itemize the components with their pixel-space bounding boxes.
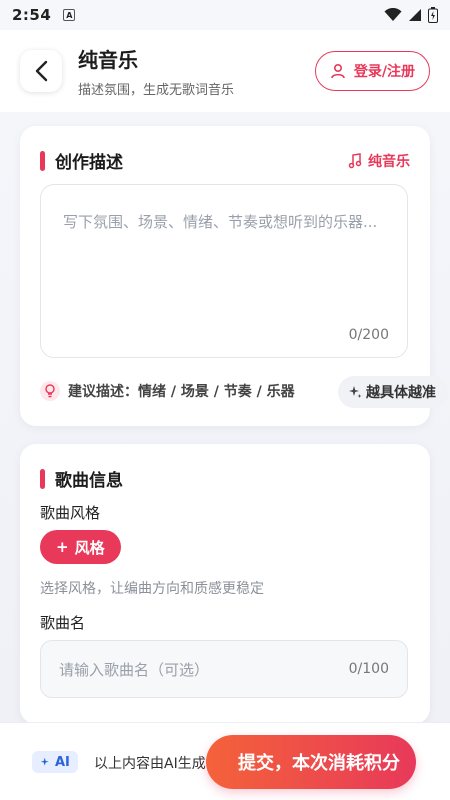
style-hint: 选择风格，让编曲方向和质感更稳定 [40,581,264,597]
mode-tag: 纯音乐 [348,151,410,171]
wifi-icon [384,8,402,21]
song-info-header: 歌曲信息 [20,444,430,491]
section-accent-bar [40,150,45,171]
status-bar: 2:54 A [0,0,450,30]
sparkle-icon [349,386,362,398]
notification-a-icon: A [63,9,76,21]
description-counter: 0/200 [348,327,389,343]
description-placeholder: 写下氛围、场景、情绪、节奏或想听到的乐器... [63,213,378,231]
description-textarea[interactable]: 写下氛围、场景、情绪、节奏或想听到的乐器... 0/200 [40,184,408,358]
song-name-input[interactable]: 请输入歌曲名（可选） 0/100 [40,640,408,698]
be-specific-label: 越具体越准 [366,385,436,401]
song-info-title: 歌曲信息 [55,471,123,491]
back-button[interactable] [20,50,62,92]
page-title: 纯音乐 [78,48,138,72]
song-name-counter: 0/100 [348,661,389,677]
battery-icon [428,7,438,23]
bottom-bar: AI 以上内容由AI生成 提交，本次消耗积分 [0,722,450,800]
song-info-card: 歌曲信息 歌曲风格 + 风格 选择风格，让编曲方向和质感更稳定 歌曲名 请输入歌… [20,444,430,724]
section-accent-bar [40,468,45,489]
status-icons [384,7,438,23]
header-text: 纯音乐 描述氛围，生成无歌词音乐 [78,44,234,98]
song-name-label: 歌曲名 [40,614,86,632]
song-style-label: 歌曲风格 [40,504,101,522]
login-label: 登录/注册 [353,64,415,80]
suggestion-row: 建议描述：情绪 / 场景 / 节奏 / 乐器 越具体越准 [40,376,448,408]
creation-card-header: 创作描述 纯音乐 [20,126,430,173]
lightbulb-icon [40,381,60,401]
app-header: 纯音乐 描述氛围，生成无歌词音乐 登录/注册 [0,30,450,112]
submit-button[interactable]: 提交，本次消耗积分 [206,735,416,789]
suggestion-text: 建议描述：情绪 / 场景 / 节奏 / 乐器 [68,384,295,400]
creation-card: 创作描述 纯音乐 写下氛围、场景、情绪、节奏或想听到的乐器... 0/200 建… [20,126,448,426]
page-subtitle: 描述氛围，生成无歌词音乐 [78,83,235,98]
ai-badge-label: AI [55,754,70,770]
creation-title: 创作描述 [55,153,123,173]
plus-icon: + [56,538,69,556]
add-style-button[interactable]: + 风格 [40,530,121,564]
music-note-icon [348,152,362,168]
ai-sparkle-icon [40,757,49,766]
status-time: 2:54 [12,6,52,24]
song-name-placeholder: 请输入歌曲名（可选） [59,660,210,679]
be-specific-button[interactable]: 越具体越准 [338,376,448,408]
add-style-label: 风格 [74,538,105,557]
signal-icon [409,9,421,21]
chevron-left-icon [35,60,48,82]
submit-label: 提交，本次消耗积分 [238,753,400,774]
login-register-button[interactable]: 登录/注册 [314,51,430,91]
ai-badge: AI [32,751,78,773]
user-icon [331,63,345,79]
ai-disclaimer: 以上内容由AI生成 [94,756,206,772]
mode-label: 纯音乐 [368,153,410,170]
